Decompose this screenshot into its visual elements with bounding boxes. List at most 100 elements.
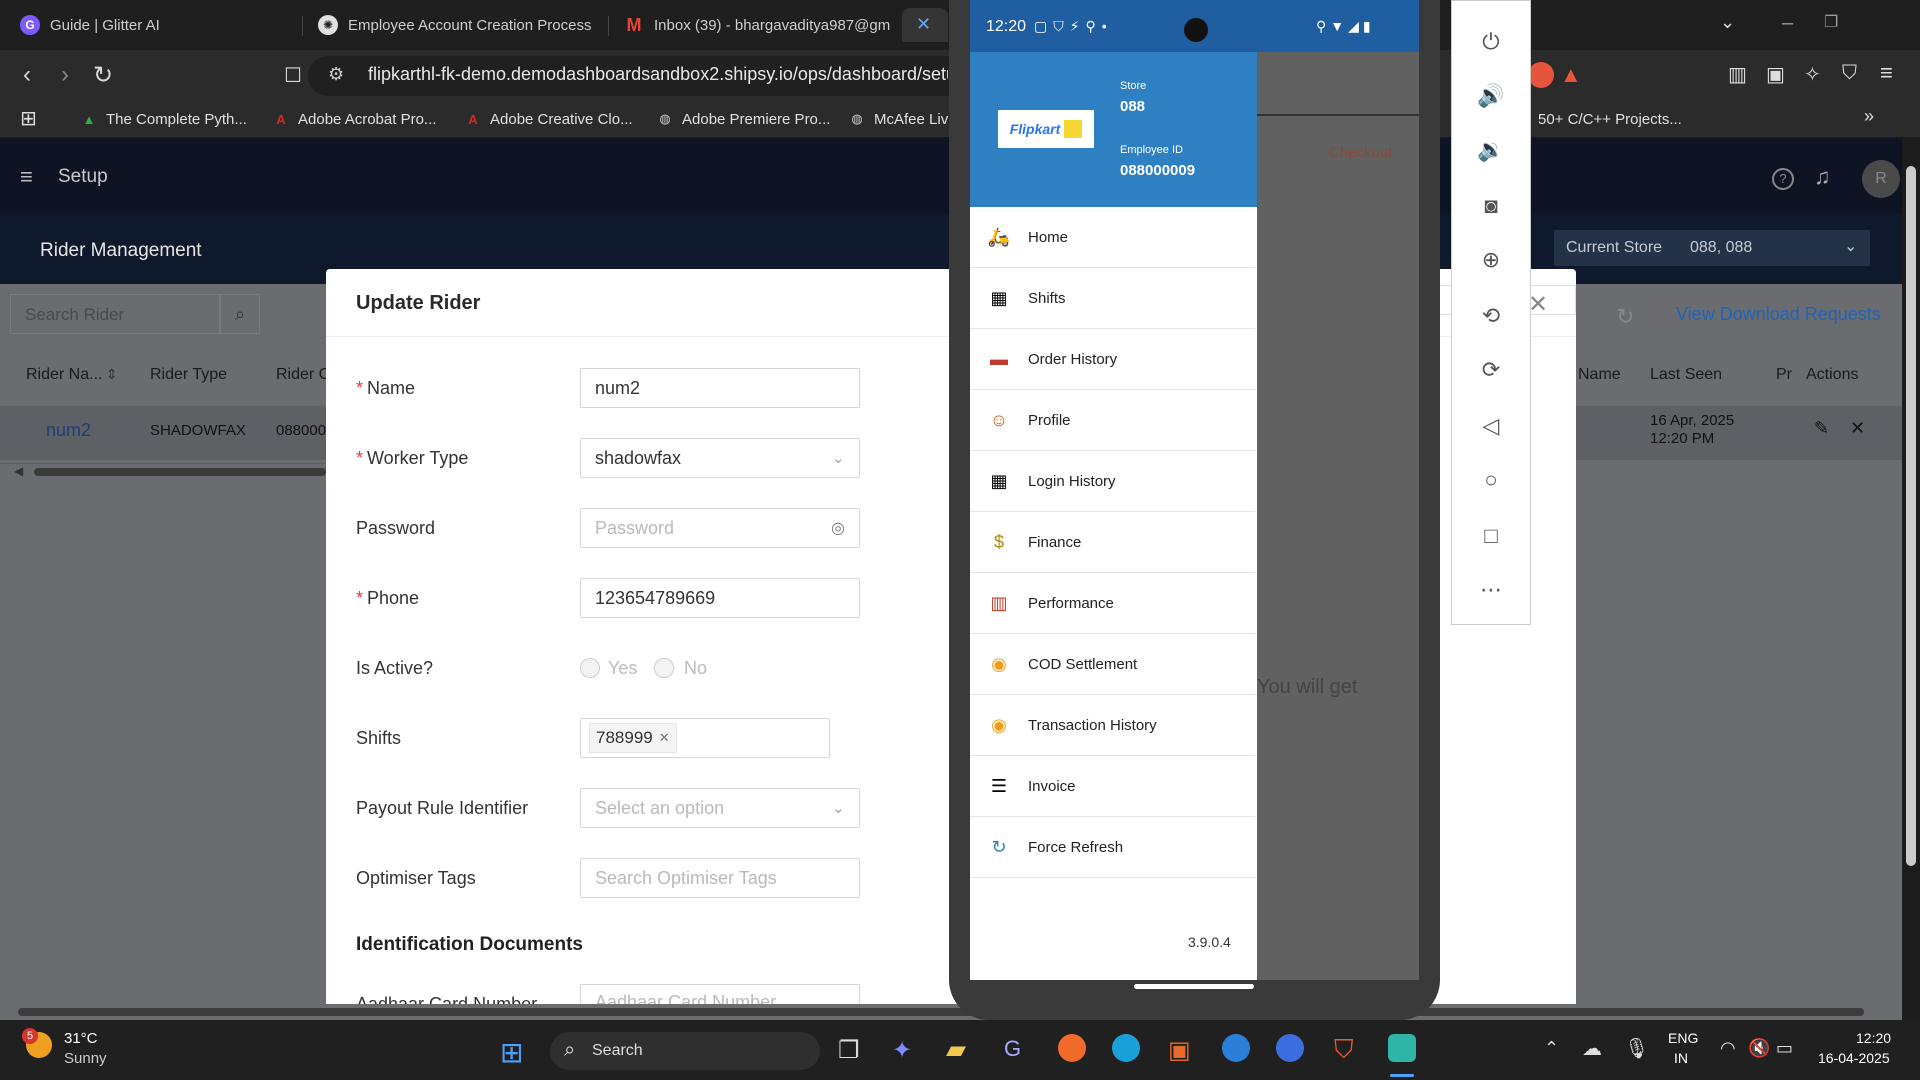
menu-item-order-history[interactable]: ▬ Order History bbox=[970, 329, 1255, 390]
lang-top[interactable]: ENG bbox=[1668, 1030, 1698, 1046]
home-gesture-bar[interactable] bbox=[1134, 984, 1254, 989]
bookmark-item[interactable]: ▲ The Complete Pyth... bbox=[80, 106, 247, 132]
wifi-icon[interactable]: ◠ bbox=[1720, 1038, 1736, 1059]
col-rider-name[interactable]: Rider Na... bbox=[26, 366, 102, 384]
delete-icon[interactable]: ✕ bbox=[1850, 418, 1865, 439]
sync-app-icon[interactable] bbox=[1276, 1034, 1304, 1062]
menu-item-transaction-history[interactable]: ◉ Transaction History bbox=[970, 695, 1255, 756]
camera-icon[interactable]: ◙ bbox=[1471, 186, 1511, 226]
active-no-radio[interactable] bbox=[654, 658, 674, 678]
file-explorer-icon[interactable]: ▰ bbox=[946, 1034, 966, 1065]
menu-item-finance[interactable]: $ Finance bbox=[970, 512, 1255, 573]
optimiser-tags-input[interactable]: Search Optimiser Tags bbox=[580, 858, 860, 898]
power-icon[interactable]: ⏻ bbox=[1471, 22, 1511, 62]
brave-shield-icon[interactable] bbox=[1528, 62, 1554, 88]
menu-item-login-history[interactable]: ▦ Login History bbox=[970, 451, 1255, 512]
eye-off-icon[interactable]: ◎ bbox=[831, 518, 845, 538]
menu-item-invoice[interactable]: ☰ Invoice bbox=[970, 756, 1255, 817]
rotate-right-icon[interactable]: ⟳ bbox=[1471, 350, 1511, 390]
quick-assist-icon[interactable] bbox=[1222, 1034, 1250, 1062]
store-icon[interactable]: ▣ bbox=[1168, 1036, 1191, 1065]
phone-input[interactable]: 123654789669 bbox=[580, 578, 860, 618]
zoom-icon[interactable]: ⊕ bbox=[1471, 240, 1511, 280]
forward-icon[interactable]: › bbox=[48, 58, 82, 92]
view-download-link[interactable]: View Download Requests bbox=[1676, 304, 1881, 325]
edge-icon[interactable] bbox=[1112, 1034, 1140, 1062]
minimize-icon[interactable]: – bbox=[1782, 12, 1793, 35]
setup-label[interactable]: Setup bbox=[58, 166, 108, 188]
search-rider-input[interactable]: Search Rider bbox=[10, 294, 220, 334]
shifts-select[interactable]: 788999 ✕ bbox=[580, 718, 830, 758]
bookmark-item[interactable]: 50+ C/C++ Projects... bbox=[1538, 106, 1682, 132]
menu-item-home[interactable]: 🛵 Home bbox=[970, 207, 1255, 268]
phone-dim-overlay[interactable]: Checkout You will get bbox=[1257, 52, 1419, 980]
password-input[interactable]: Password ◎ bbox=[580, 508, 860, 548]
restore-icon[interactable]: ❐ bbox=[1824, 12, 1838, 32]
name-input[interactable]: num2 bbox=[580, 368, 860, 408]
onedrive-icon[interactable]: ☁ bbox=[1582, 1036, 1602, 1061]
scroll-thumb[interactable] bbox=[1906, 166, 1916, 866]
table-scrollbar[interactable] bbox=[34, 468, 326, 476]
brave-icon[interactable]: ⛉ bbox=[1334, 1034, 1354, 1066]
windows-start-icon[interactable]: ⊞ bbox=[500, 1036, 523, 1069]
worker-type-select[interactable]: shadowfax ⌄ bbox=[580, 438, 860, 478]
compass-app-icon[interactable] bbox=[1058, 1034, 1086, 1062]
mute-icon[interactable]: 🔇 bbox=[1748, 1038, 1770, 1059]
menu-item-cod-settlement[interactable]: ◉ COD Settlement bbox=[970, 634, 1255, 695]
site-info-icon[interactable]: ⚙ bbox=[328, 64, 344, 85]
bookmark-star-icon[interactable]: ☐ bbox=[276, 58, 310, 92]
clock-date[interactable]: 16-04-2025 bbox=[1818, 1050, 1890, 1066]
volume-down-icon[interactable]: 🔉 bbox=[1471, 130, 1511, 170]
lang-bottom[interactable]: IN bbox=[1674, 1050, 1688, 1066]
menu-item-profile[interactable]: ☺ Profile bbox=[970, 390, 1255, 451]
vpn-icon[interactable]: ⛉ bbox=[1842, 62, 1857, 85]
hscroll-thumb[interactable] bbox=[18, 1008, 1864, 1016]
checkout-label[interactable]: Checkout bbox=[1329, 144, 1392, 161]
tab-glitter[interactable]: G Guide | Glitter AI bbox=[8, 8, 298, 42]
bell-icon[interactable]: ♫ bbox=[1814, 164, 1831, 190]
microphone-icon[interactable]: 🎙 bbox=[1624, 1036, 1649, 1061]
help-icon[interactable]: ? bbox=[1772, 168, 1794, 190]
edit-icon[interactable]: ✎ bbox=[1814, 418, 1829, 439]
tag-close-icon[interactable]: ✕ bbox=[659, 730, 670, 746]
back-icon[interactable]: ‹ bbox=[10, 58, 44, 92]
menu-icon[interactable]: ≡ bbox=[1880, 60, 1893, 86]
copilot-icon[interactable]: ✦ bbox=[892, 1036, 912, 1065]
clock-time[interactable]: 12:20 bbox=[1856, 1030, 1891, 1046]
back-triangle-icon[interactable]: ◁ bbox=[1471, 406, 1511, 446]
bookmark-item[interactable]: ◍ Adobe Premiere Pro... bbox=[656, 106, 830, 132]
menu-item-shifts[interactable]: ▦ Shifts bbox=[970, 268, 1255, 329]
payout-select[interactable]: Select an option ⌄ bbox=[580, 788, 860, 828]
avatar[interactable]: R bbox=[1862, 160, 1900, 198]
wallet-icon[interactable]: ▣ bbox=[1766, 62, 1785, 87]
leo-ai-icon[interactable]: ✧ bbox=[1804, 62, 1821, 87]
bookmark-item[interactable]: A Adobe Acrobat Pro... bbox=[272, 106, 436, 132]
search-icon[interactable]: ⌕ bbox=[220, 294, 260, 334]
more-bookmarks-icon[interactable]: » bbox=[1864, 106, 1874, 127]
tab-employee[interactable]: ✺ Employee Account Creation Process bbox=[306, 8, 606, 42]
app-g-icon[interactable]: G bbox=[1004, 1036, 1021, 1062]
bookmark-item[interactable]: ◍ McAfee Liv bbox=[848, 106, 948, 132]
tab-gmail[interactable]: M Inbox (39) - bhargavaditya987@gm bbox=[612, 8, 902, 42]
weather-sun-icon[interactable]: 5 bbox=[22, 1028, 52, 1058]
menu-item-performance[interactable]: ▥ Performance bbox=[970, 573, 1255, 634]
more-options-icon[interactable]: ⋯ bbox=[1471, 570, 1511, 610]
rotate-left-icon[interactable]: ⟲ bbox=[1471, 296, 1511, 336]
rider-name-link[interactable]: num2 bbox=[46, 420, 91, 441]
current-store-select[interactable]: Current Store 088, 088 ⌄ bbox=[1554, 230, 1870, 266]
active-yes-radio[interactable] bbox=[580, 658, 600, 678]
tab-active[interactable]: ✕ bbox=[902, 8, 948, 42]
apps-grid-icon[interactable]: ⊞ bbox=[20, 106, 37, 131]
horizontal-scrollbar[interactable] bbox=[0, 1004, 1902, 1020]
hamburger-icon[interactable]: ≡ bbox=[20, 164, 33, 190]
overview-square-icon[interactable]: □ bbox=[1471, 516, 1511, 556]
volume-up-icon[interactable]: 🔊 bbox=[1471, 76, 1511, 116]
sort-icon[interactable]: ⇕ bbox=[106, 366, 118, 383]
brave-rewards-icon[interactable]: ▲ bbox=[1560, 62, 1582, 88]
url-text[interactable]: flipkarthl-fk-demo.demodashboardsandbox2… bbox=[368, 64, 948, 85]
show-hidden-icon[interactable]: ⌃ bbox=[1544, 1038, 1559, 1059]
tab-search-icon[interactable]: ⌄ bbox=[1720, 12, 1735, 33]
battery-icon[interactable]: ▭ bbox=[1776, 1038, 1793, 1059]
taskbar-search[interactable]: ⌕ Search bbox=[550, 1032, 820, 1070]
reload-icon[interactable]: ↻ bbox=[86, 58, 120, 92]
